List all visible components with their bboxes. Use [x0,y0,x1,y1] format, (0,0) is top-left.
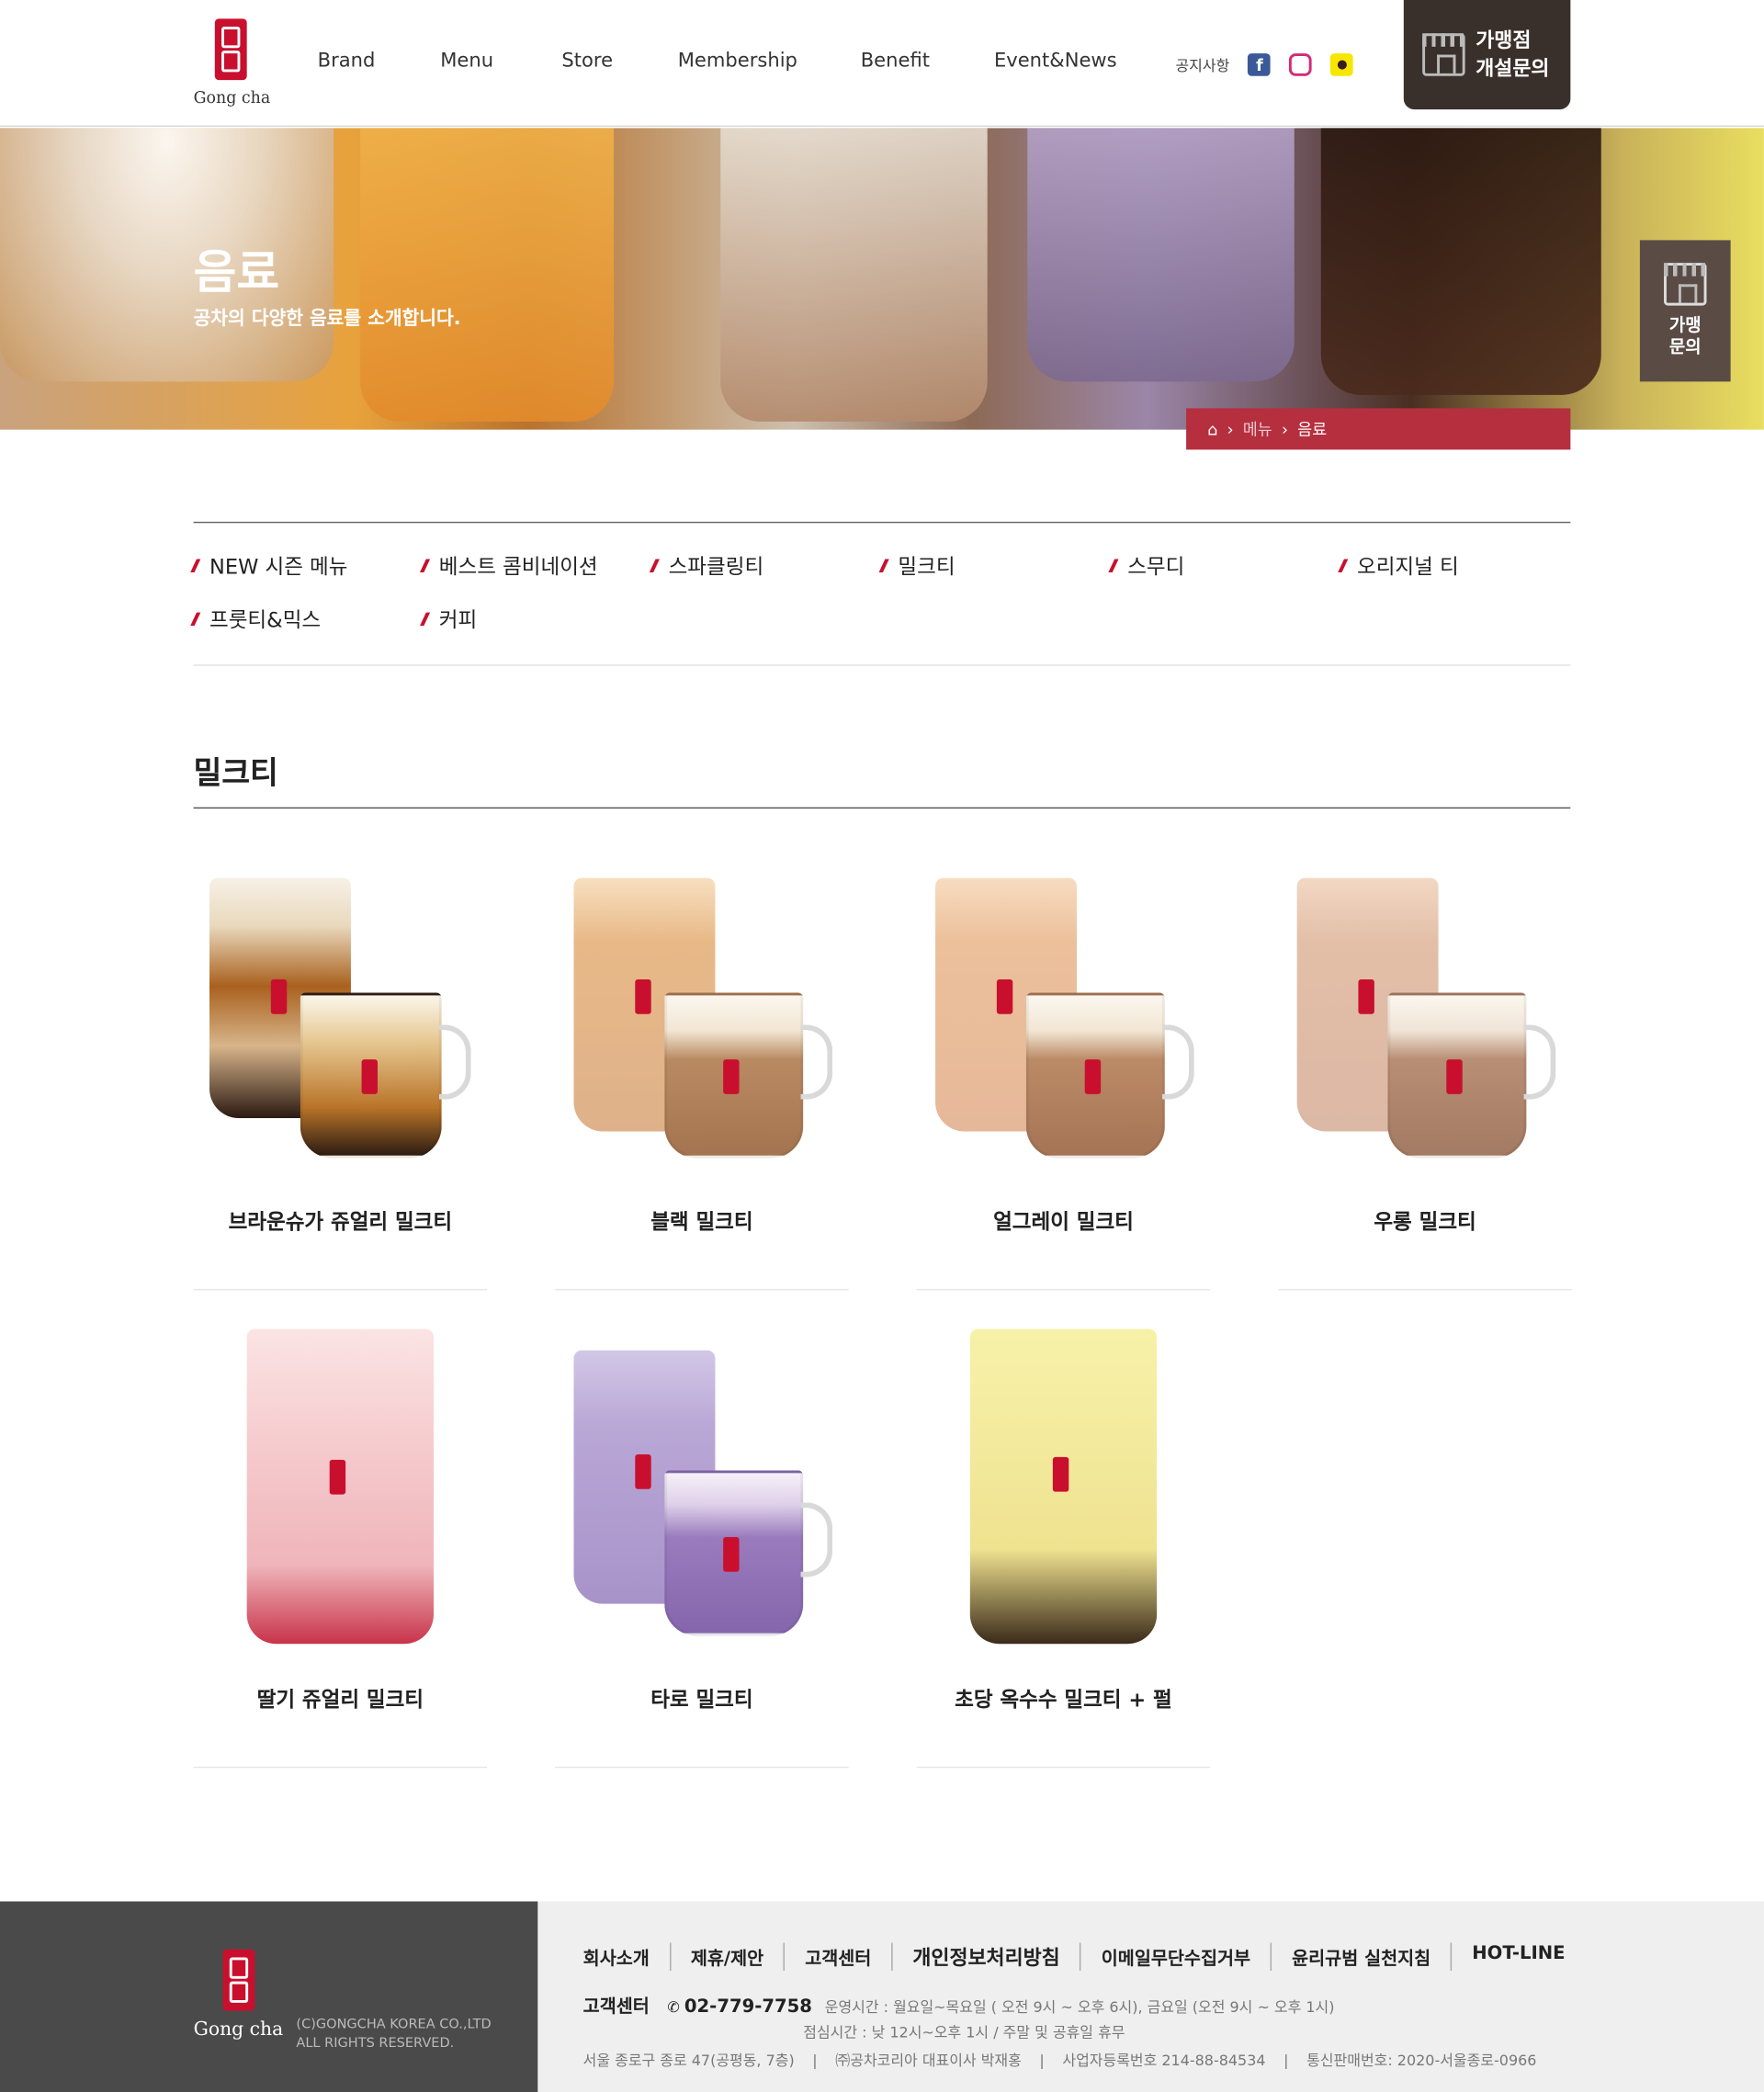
mail-order-number: 통신판매번호: 2020-서울종로-0966 [1306,2052,1537,2070]
store-icon [1664,263,1707,306]
nav-event-news[interactable]: Event&News [994,51,1127,72]
product-name: 블랙 밀크티 [650,1210,753,1235]
cs-label: 고객센터 [582,1996,650,2018]
instagram-icon[interactable] [1289,53,1313,76]
hero-banner: 음료 공차의 다양한 음료를 소개합니다. [0,128,1764,430]
category-smoothie[interactable]: 스무디 [1108,552,1341,579]
product-image [194,1329,488,1663]
product-card[interactable]: 우롱 밀크티 [1278,865,1572,1291]
category-tabs: NEW 시즌 메뉴 베스트 콤비네이션 스파클링티 밀크티 스무디 오리지널 티… [190,521,1571,666]
product-image [194,865,488,1185]
kakao-icon[interactable]: ● [1330,53,1354,76]
product-image [555,1342,849,1663]
side-button-line1: 가맹 [1668,316,1702,336]
footer-link-privacy[interactable]: 개인정보처리방침 [893,1942,1081,1972]
breadcrumb-current: 음료 [1297,420,1328,439]
side-button-line2: 문의 [1668,337,1702,358]
biz-number: 사업자등록번호 214-88-84534 [1062,2052,1266,2070]
page-subtitle: 공차의 다양한 음료를 소개합니다. [193,308,461,330]
side-franchise-button[interactable]: 가맹 문의 [1639,240,1731,382]
footer-info: 고객센터 ✆ 02-779-7758 운영시간 : 월요일~목요일 ( 오전 9… [582,1996,1537,2070]
footer-menu: 회사소개 제휴/제안 고객센터 개인정보처리방침 이메일무단수집거부 윤리규범 … [583,1942,1586,1972]
notice-link[interactable]: 공지사항 [1175,54,1229,75]
footer-link-email-policy[interactable]: 이메일무단수집거부 [1081,1942,1272,1972]
ceo: ㈜공차코리아 대표이사 박재홍 [835,2052,1022,2070]
product-name: 얼그레이 밀크티 [993,1210,1134,1235]
nav-benefit[interactable]: Benefit [861,51,994,72]
product-image [555,865,849,1185]
lunch-hours: 점심시간 : 낮 12시~오후 1시 / 주말 및 공휴일 휴무 [803,2024,1125,2042]
product-image [917,865,1211,1185]
product-image [1278,865,1572,1185]
product-card[interactable]: 블랙 밀크티 [555,865,849,1291]
address: 서울 종로구 종로 47(공평동, 7층) [582,2052,795,2070]
category-sparkling-tea[interactable]: 스파클링티 [649,552,882,579]
footer-brand-panel: Gong cha (C)GONGCHA KOREA CO.,LTD ALL RI… [0,1901,538,2092]
breadcrumb-menu[interactable]: 메뉴 [1243,418,1272,441]
page-title: 음료 [193,246,280,300]
footer-link-ethics[interactable]: 윤리규범 실천지침 [1272,1942,1453,1972]
product-card[interactable]: 딸기 쥬얼리 밀크티 [193,1329,488,1769]
category-coffee[interactable]: 커피 [419,605,652,632]
category-new-season[interactable]: NEW 시즌 메뉴 [190,552,424,579]
franchise-line2: 개설문의 [1476,55,1550,81]
footer-logo-text: Gong cha [193,2018,284,2041]
category-fruit-tea-mix[interactable]: 프룻티&믹스 [190,605,424,632]
footer-link-hotline[interactable]: HOT-LINE [1452,1943,1585,1971]
product-card[interactable]: 타로 밀크티 [555,1342,849,1769]
store-icon [1422,33,1465,76]
section-title: 밀크티 [193,756,278,792]
product-name: 타로 밀크티 [650,1688,753,1713]
nav-brand[interactable]: Brand [318,51,441,72]
main-nav: Brand Menu Store Membership Benefit Even… [318,51,1128,72]
gongcha-seal-icon [214,18,247,81]
utility-links: 공지사항 f ● [1175,53,1354,76]
chevron-right-icon: › [1227,419,1234,439]
product-name: 딸기 쥬얼리 밀크티 [256,1688,424,1713]
logo-text: Gong cha [193,87,271,107]
category-best-combination[interactable]: 베스트 콤비네이션 [419,552,652,579]
nav-membership[interactable]: Membership [678,51,861,72]
gongcha-logo[interactable]: Gong cha [193,18,271,107]
product-card[interactable]: 얼그레이 밀크티 [916,865,1211,1291]
home-icon[interactable]: ⌂ [1207,420,1217,438]
franchise-line1: 가맹점 [1476,28,1532,52]
nav-store[interactable]: Store [561,51,677,72]
category-original-tea[interactable]: 오리지널 티 [1338,552,1571,579]
cs-phone: 02-779-7758 [684,1996,812,2018]
product-card[interactable]: 브라운슈가 쥬얼리 밀크티 [193,865,488,1291]
chevron-right-icon: › [1281,419,1288,439]
franchise-inquiry-button[interactable]: 가맹점 개설문의 [1403,0,1571,110]
site-header: Gong cha Brand Menu Store Membership Ben… [0,0,1764,127]
product-name: 초당 옥수수 밀크티 + 펄 [955,1688,1172,1713]
product-name: 우롱 밀크티 [1374,1210,1476,1235]
breadcrumb: ⌂ › 메뉴 › 음료 [1186,408,1571,450]
product-card[interactable]: 초당 옥수수 밀크티 + 펄 [916,1329,1211,1769]
footer-link-partnership[interactable]: 제휴/제안 [671,1942,786,1972]
section-divider [193,807,1571,809]
site-footer: Gong cha (C)GONGCHA KOREA CO.,LTD ALL RI… [0,1901,1764,2092]
footer-link-company[interactable]: 회사소개 [583,1942,672,1972]
gongcha-seal-icon [221,1949,254,2011]
cs-hours: 운영시간 : 월요일~목요일 ( 오전 9시 ~ 오후 6시), 금요일 (오전… [824,1998,1335,2017]
footer-logo[interactable]: Gong cha [193,1949,284,2041]
phone-icon: ✆ [667,1998,680,2017]
product-name: 브라운슈가 쥬얼리 밀크티 [228,1210,453,1235]
category-milk-tea[interactable]: 밀크티 [878,552,1112,579]
facebook-icon[interactable]: f [1248,53,1272,76]
footer-copyright: (C)GONGCHA KOREA CO.,LTD ALL RIGHTS RESE… [296,2017,492,2052]
product-image [917,1329,1211,1663]
footer-link-customer-center[interactable]: 고객센터 [785,1942,893,1972]
nav-menu[interactable]: Menu [440,51,561,72]
